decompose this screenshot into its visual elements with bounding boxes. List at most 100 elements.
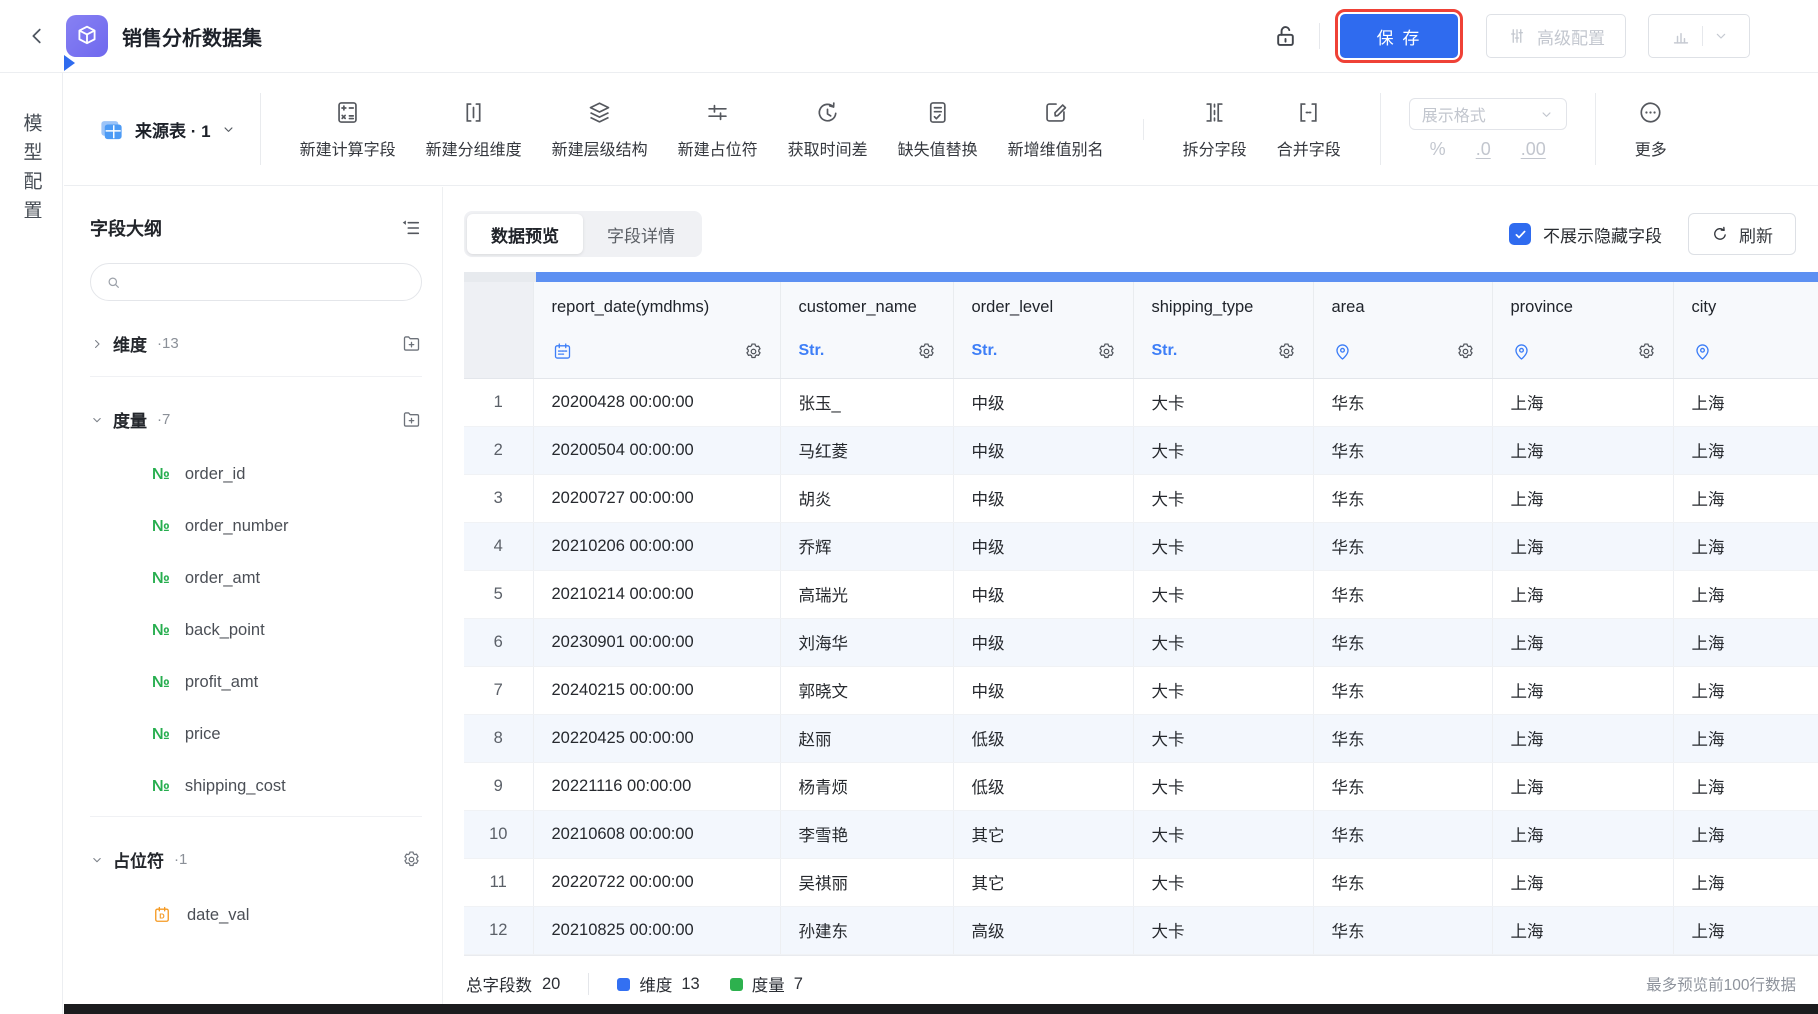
field-price[interactable]: №price <box>90 725 422 744</box>
table-cell: 大卡 <box>1133 426 1313 474</box>
chart-dropdown-button[interactable] <box>1648 14 1750 58</box>
merge-field-icon <box>1295 99 1322 126</box>
section-header-维度[interactable]: 维度·13 <box>90 331 422 356</box>
column-header-province[interactable]: province <box>1492 282 1673 378</box>
table-corner-cell <box>464 282 533 378</box>
hide-hidden-fields-checkbox[interactable] <box>1509 223 1531 245</box>
string-type-icon: Str. <box>799 342 825 360</box>
display-format-group: 展示格式 % .0 .00 <box>1405 98 1571 160</box>
table-cell: 胡炎 <box>780 474 953 522</box>
folder-plus-icon[interactable] <box>401 333 422 354</box>
preview-limit-note: 最多预览前100行数据 <box>1646 973 1796 995</box>
bottom-scrollbar-strip[interactable] <box>64 1004 1818 1014</box>
decimal-00-format-button[interactable]: .00 <box>1521 139 1546 160</box>
percent-format-button[interactable]: % <box>1430 139 1446 160</box>
advanced-config-button[interactable]: 高级配置 <box>1486 14 1626 58</box>
table-cell: 20200428 00:00:00 <box>533 378 780 426</box>
field-order_number[interactable]: №order_number <box>90 517 422 536</box>
toolbar-button-split-field[interactable]: 拆分字段 <box>1168 99 1262 160</box>
field-shipping_cost[interactable]: №shipping_cost <box>90 777 422 796</box>
decimal-0-format-button[interactable]: .0 <box>1476 139 1491 160</box>
gear-icon[interactable] <box>401 849 422 870</box>
toolbar-button-group-dimension[interactable]: 新建分组维度 <box>411 99 537 160</box>
folder-plus-icon[interactable] <box>401 409 422 430</box>
scrollbar-thumb[interactable] <box>536 272 1818 282</box>
column-meta: Str. <box>799 339 937 363</box>
table-row: 1020210608 00:00:00李雪艳其它大卡华东上海上海 <box>464 810 1818 858</box>
group-dimension-icon <box>460 99 487 126</box>
table-cell: 孙建东 <box>780 906 953 954</box>
toolbar-button-placeholder[interactable]: 新建占位符 <box>663 99 773 160</box>
field-name: order_id <box>185 465 246 484</box>
preview-controls: 数据预览字段详情 不展示隐藏字段 刷新 <box>464 211 1796 257</box>
save-button[interactable]: 保 存 <box>1340 14 1458 58</box>
advanced-config-label: 高级配置 <box>1537 24 1605 49</box>
row-number-cell: 12 <box>464 906 533 954</box>
column-name: shipping_type <box>1152 298 1297 317</box>
column-header-area[interactable]: area <box>1313 282 1492 378</box>
table-cell: 其它 <box>953 810 1133 858</box>
format-buttons: % .0 .00 <box>1430 139 1546 160</box>
table-cell: 大卡 <box>1133 810 1313 858</box>
model-config-rail: 模型配置 <box>0 73 63 1014</box>
preview-table-wrap: report_date(ymdhms)customer_nameStr.orde… <box>464 272 1818 1004</box>
calendar-icon <box>552 341 573 362</box>
source-table-select[interactable]: 来源表 · 1 <box>98 116 236 143</box>
lock-open-icon[interactable] <box>1272 23 1299 50</box>
table-cell: 华东 <box>1313 906 1492 954</box>
row-number-cell: 1 <box>464 378 533 426</box>
section-header-度量[interactable]: 度量·7 <box>90 407 422 432</box>
toolbar-button-missing-value[interactable]: 缺失值替换 <box>883 99 993 160</box>
gear-icon[interactable] <box>1455 341 1476 362</box>
table-cell: 华东 <box>1313 474 1492 522</box>
toolbar-button-merge-field[interactable]: 合并字段 <box>1262 99 1356 160</box>
model-config-label[interactable]: 模型配置 <box>18 113 45 229</box>
collapse-outline-icon[interactable] <box>400 217 422 239</box>
table-cell: 20210214 00:00:00 <box>533 570 780 618</box>
field-order_id[interactable]: №order_id <box>90 465 422 484</box>
refresh-button[interactable]: 刷新 <box>1688 213 1796 255</box>
tab-数据预览[interactable]: 数据预览 <box>467 214 583 254</box>
gear-icon[interactable] <box>1096 341 1117 362</box>
table-cell: 20200504 00:00:00 <box>533 426 780 474</box>
table-cell: 20230901 00:00:00 <box>533 618 780 666</box>
calc-field-icon <box>334 99 361 126</box>
gear-icon[interactable] <box>1636 341 1657 362</box>
column-header-order_level[interactable]: order_levelStr. <box>953 282 1133 378</box>
field-date_val[interactable]: Ddate_val <box>90 905 422 925</box>
column-header-shipping_type[interactable]: shipping_typeStr. <box>1133 282 1313 378</box>
toolbar-button-value-alias[interactable]: 新增维值别名 <box>993 99 1119 160</box>
column-header-report_date(ymdhms)[interactable]: report_date(ymdhms) <box>533 282 780 378</box>
toolbar-button-hierarchy[interactable]: 新建层级结构 <box>537 99 663 160</box>
display-format-dropdown[interactable]: 展示格式 <box>1409 98 1567 130</box>
column-header-customer_name[interactable]: customer_nameStr. <box>780 282 953 378</box>
section-count: ·7 <box>157 411 170 428</box>
table-cell: 上海 <box>1673 714 1818 762</box>
kebab-menu-icon[interactable] <box>1772 24 1794 48</box>
table-row: 1120220722 00:00:00吴祺丽其它大卡华东上海上海 <box>464 858 1818 906</box>
sliders-icon <box>1507 26 1527 46</box>
field-search-box[interactable] <box>90 263 422 301</box>
table-cell: 大卡 <box>1133 762 1313 810</box>
section-header-占位符[interactable]: 占位符·1 <box>90 847 422 872</box>
table-source-icon <box>98 116 125 143</box>
table-cell: 上海 <box>1673 762 1818 810</box>
field-search-input[interactable] <box>130 273 407 292</box>
gear-icon[interactable] <box>1276 341 1297 362</box>
gear-icon[interactable] <box>743 341 764 362</box>
field-profit_amt[interactable]: №profit_amt <box>90 673 422 692</box>
table-cell: 华东 <box>1313 858 1492 906</box>
back-icon[interactable] <box>26 25 48 47</box>
column-name: province <box>1511 298 1657 317</box>
field-order_amt[interactable]: №order_amt <box>90 569 422 588</box>
table-cell: 上海 <box>1673 522 1818 570</box>
toolbar-button-time-diff[interactable]: 获取时间差 <box>773 99 883 160</box>
more-button[interactable]: 更多 <box>1620 99 1682 160</box>
column-header-city[interactable]: city <box>1673 282 1818 378</box>
field-back_point[interactable]: №back_point <box>90 621 422 640</box>
expand-panel-handle[interactable] <box>64 55 75 71</box>
measure-legend: 度量 7 <box>730 972 803 996</box>
gear-icon[interactable] <box>916 341 937 362</box>
toolbar-button-calc-field[interactable]: 新建计算字段 <box>285 99 411 160</box>
tab-字段详情[interactable]: 字段详情 <box>583 214 699 254</box>
